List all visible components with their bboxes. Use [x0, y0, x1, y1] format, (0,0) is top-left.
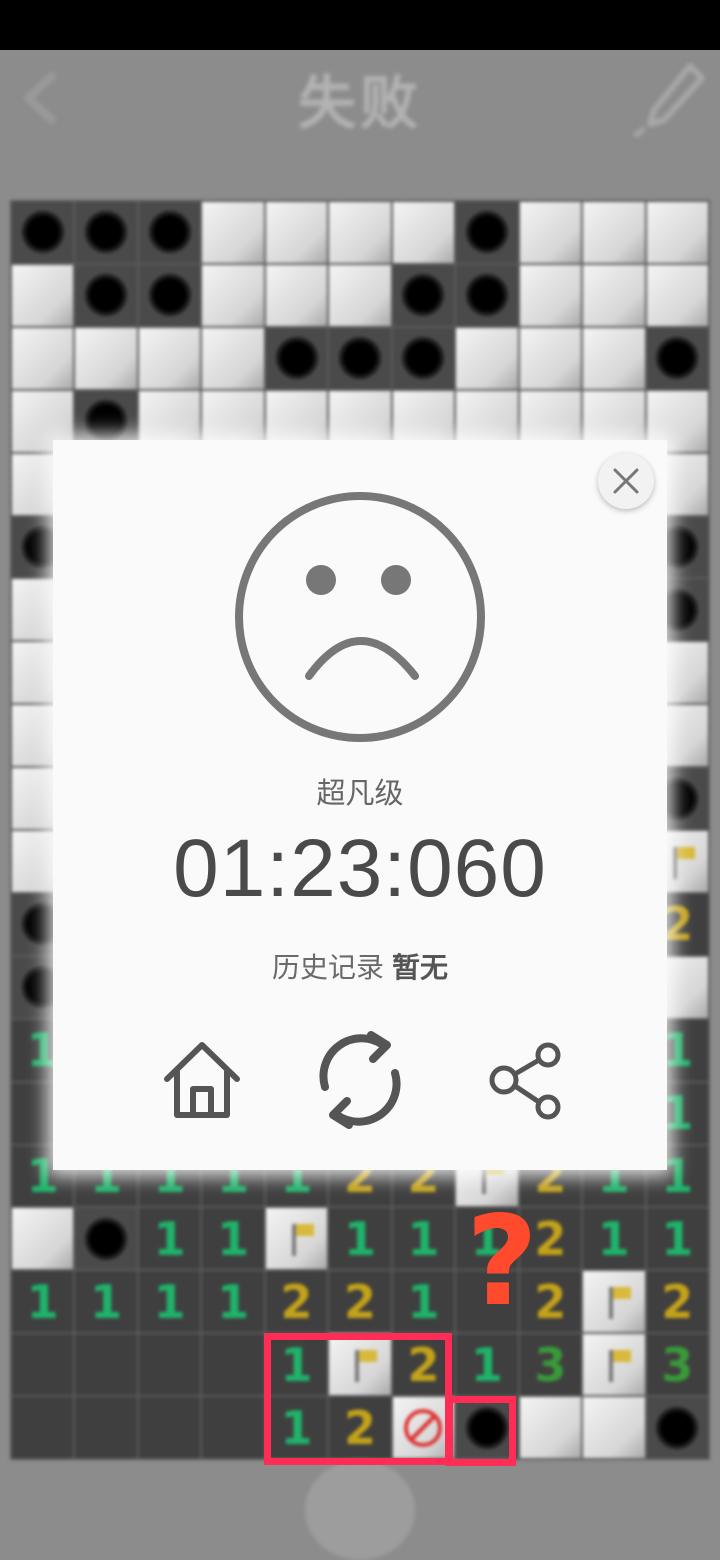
- cell-hidden[interactable]: [583, 264, 645, 326]
- cell-number[interactable]: 1: [138, 1271, 201, 1333]
- cell-mine[interactable]: [646, 327, 708, 389]
- cell-open[interactable]: [75, 1334, 137, 1396]
- cell-mine[interactable]: [329, 327, 391, 389]
- cell-mine[interactable]: [392, 327, 455, 389]
- cell-mine[interactable]: [75, 264, 137, 326]
- cell-open[interactable]: [138, 1334, 201, 1396]
- elapsed-time: 01:23:060: [173, 823, 547, 914]
- history-value: 暂无: [392, 951, 449, 984]
- top-bar: 失败: [0, 50, 720, 146]
- cell-mine[interactable]: [12, 202, 74, 263]
- hint-icon[interactable]: [305, 1460, 415, 1560]
- cell-flag[interactable]: [583, 1271, 645, 1333]
- cell-mine[interactable]: [75, 202, 137, 263]
- cell-hidden[interactable]: [392, 202, 455, 263]
- cell-hidden[interactable]: [519, 202, 582, 263]
- cell-number[interactable]: 1: [456, 1334, 518, 1396]
- cell-hidden[interactable]: [329, 202, 391, 263]
- cell-hidden[interactable]: [202, 327, 264, 389]
- cell-hidden[interactable]: [519, 327, 582, 389]
- close-button[interactable]: [598, 453, 654, 509]
- annotation-box-left: [264, 1333, 452, 1465]
- cell-hidden[interactable]: [583, 1397, 645, 1458]
- status-bar: [0, 0, 720, 50]
- cell-open[interactable]: [12, 1397, 74, 1458]
- cell-hidden[interactable]: [646, 264, 708, 326]
- cell-number[interactable]: 2: [329, 1271, 391, 1333]
- page-title: 失败: [297, 69, 422, 137]
- cell-hidden[interactable]: [519, 1397, 582, 1458]
- back-arrow-icon[interactable]: [14, 68, 74, 128]
- brush-icon[interactable]: [630, 58, 710, 138]
- share-icon: [489, 1042, 561, 1120]
- history-record: 历史记录 暂无: [53, 946, 667, 986]
- share-button[interactable]: [471, 1028, 575, 1132]
- home-button[interactable]: [150, 1028, 254, 1132]
- cell-number[interactable]: 2: [265, 1271, 328, 1333]
- difficulty-label: 超凡级: [316, 776, 404, 810]
- close-icon: [613, 468, 639, 494]
- cell-hidden[interactable]: [265, 202, 328, 263]
- cell-hidden[interactable]: [202, 202, 264, 263]
- cell-number[interactable]: 1: [75, 1271, 137, 1333]
- cell-hidden[interactable]: [583, 202, 645, 263]
- cell-hidden[interactable]: [12, 327, 74, 389]
- cell-mine[interactable]: [138, 202, 201, 263]
- cell-mine[interactable]: [456, 202, 518, 263]
- cell-hidden[interactable]: [12, 1208, 74, 1270]
- history-label: 历史记录: [271, 951, 384, 984]
- cell-mine[interactable]: [138, 264, 201, 326]
- cell-open[interactable]: [138, 1397, 201, 1458]
- home-icon: [164, 1042, 240, 1118]
- cell-number[interactable]: 1: [138, 1208, 201, 1270]
- cell-number[interactable]: 1: [202, 1208, 264, 1270]
- restart-button[interactable]: [303, 1023, 417, 1137]
- cell-mine[interactable]: [265, 327, 328, 389]
- cell-hidden[interactable]: [519, 264, 582, 326]
- cell-flag[interactable]: [583, 1334, 645, 1396]
- cell-open[interactable]: [12, 1334, 74, 1396]
- cell-number[interactable]: 1: [583, 1208, 645, 1270]
- game-over-dialog: 超凡级 01:23:060 历史记录 暂无: [53, 440, 667, 1170]
- cell-hidden[interactable]: [265, 264, 328, 326]
- annotation-box-right: [446, 1396, 516, 1466]
- cell-hidden[interactable]: [329, 264, 391, 326]
- cell-flag[interactable]: [265, 1208, 328, 1270]
- cell-number[interactable]: 2: [646, 1271, 708, 1333]
- cell-mine[interactable]: [75, 1208, 137, 1270]
- restart-icon: [319, 1031, 401, 1129]
- cell-hidden[interactable]: [583, 327, 645, 389]
- cell-open[interactable]: [202, 1397, 264, 1458]
- cell-mine[interactable]: [456, 264, 518, 326]
- cell-mine[interactable]: [646, 1397, 708, 1458]
- cell-number[interactable]: 1: [392, 1271, 455, 1333]
- cell-hidden[interactable]: [646, 202, 708, 263]
- cell-number[interactable]: 1: [202, 1271, 264, 1333]
- cell-number[interactable]: 1: [392, 1208, 455, 1270]
- cell-hidden[interactable]: [75, 327, 137, 389]
- cell-hidden[interactable]: [138, 327, 201, 389]
- cell-number[interactable]: 3: [519, 1334, 582, 1396]
- cell-hidden[interactable]: [12, 264, 74, 326]
- cell-number[interactable]: 1: [12, 1271, 74, 1333]
- annotation-question-mark: ?: [466, 1190, 538, 1334]
- cell-number[interactable]: 1: [329, 1208, 391, 1270]
- cell-open[interactable]: [202, 1334, 264, 1396]
- sad-face-icon: [235, 492, 485, 742]
- cell-hidden[interactable]: [456, 327, 518, 389]
- cell-hidden[interactable]: [202, 264, 264, 326]
- cell-number[interactable]: 3: [646, 1334, 708, 1396]
- cell-mine[interactable]: [392, 264, 455, 326]
- cell-number[interactable]: 1: [646, 1208, 708, 1270]
- cell-open[interactable]: [75, 1397, 137, 1458]
